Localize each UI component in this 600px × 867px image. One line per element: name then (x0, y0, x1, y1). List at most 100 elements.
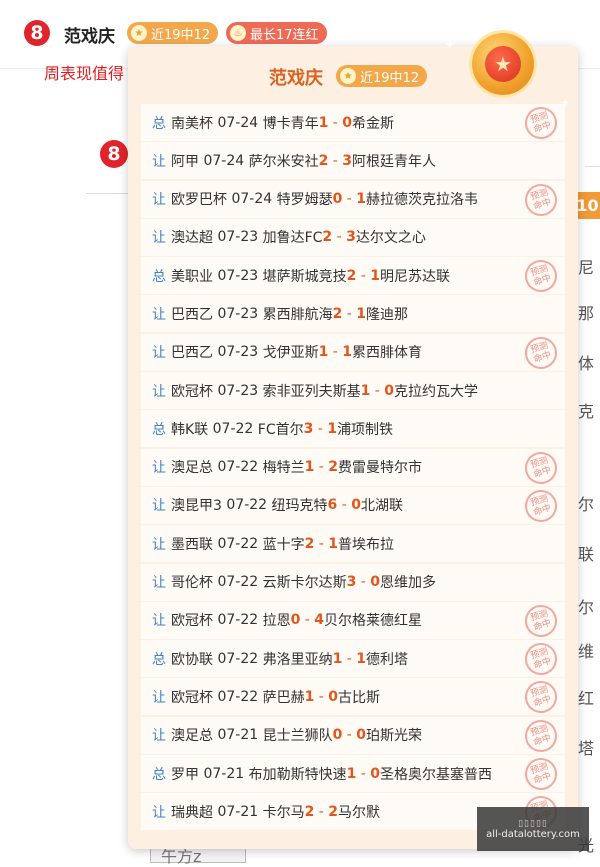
away-team: 马尔默 (338, 804, 381, 821)
match-row[interactable]: 让欧冠杯 07-23 索非亚列夫斯基 1 - 0 克拉约瓦大学 (141, 372, 565, 410)
away-team: 累西腓体育 (352, 345, 423, 362)
away-score: 1 (356, 191, 367, 208)
home-score: 1 (346, 765, 357, 782)
hit-stamp-icon: 预测 命中 (520, 715, 562, 756)
bet-type-tag: 让 (152, 230, 166, 247)
league-name: 欧冠杯 (171, 383, 213, 400)
bg-cut-text: 克 (578, 402, 595, 421)
hit-stamp-icon: 预测 命中 (520, 677, 562, 718)
home-score: 2 (346, 267, 357, 284)
match-row[interactable]: 让欧冠杯 07-22 萨巴赫 1 - 0 古比斯 预测 命中 (141, 677, 565, 718)
bg-logo-icon: 8 (100, 140, 128, 168)
match-date: 07-23 (217, 229, 259, 246)
score-separator: - (300, 612, 315, 629)
score-separator: - (342, 727, 357, 744)
score-separator: - (337, 497, 352, 514)
away-team: 浦项制铁 (337, 421, 394, 438)
match-row[interactable]: 让澳足总 07-22 梅特兰 1 - 2 费雷曼特尔市 预测 命中 (141, 447, 565, 488)
bet-type-tag: 让 (152, 613, 166, 630)
score-separator: - (342, 191, 357, 208)
hit-stamp-icon: 预测 命中 (520, 485, 562, 527)
match-row[interactable]: 总韩K联 07-22 FC首尔 3 - 1 浦项制铁 (141, 410, 565, 448)
match-row[interactable]: 总南美杯 07-24 博卡青年 1 - 0 希金斯 预测 命中 (141, 102, 565, 144)
bg-cut-text: 塔 (578, 739, 595, 758)
bg-cut-text: 维 (578, 642, 595, 661)
bet-type-tag: 总 (152, 421, 166, 438)
league-name: 欧冠杯 (171, 689, 213, 706)
match-row[interactable]: 让哥伦杯 07-22 云斯卡尔达斯 3 - 0 恩维加多 (141, 563, 565, 601)
home-score: 0 (332, 727, 343, 744)
home-score: 0 (290, 612, 301, 629)
away-score: 2 (328, 803, 339, 820)
bet-type-tag: 让 (152, 498, 166, 515)
bet-type-tag: 让 (152, 460, 166, 477)
home-team: 梅特兰 (262, 460, 305, 477)
score-separator: - (356, 765, 371, 782)
score-separator: - (313, 420, 328, 437)
home-team: 拉恩 (262, 613, 291, 630)
home-score: 1 (360, 382, 371, 399)
league-name: 欧协联 (171, 651, 213, 668)
league-name: 阿甲 (171, 153, 199, 170)
match-row[interactable]: 让澳达超 07-23 加鲁达FC 2 - 3 达尔文之心 (141, 218, 565, 256)
away-score: 2 (328, 459, 339, 476)
bet-type-tag: 让 (152, 383, 166, 400)
match-row[interactable]: 让澳昆甲3 07-22 纽玛克特 6 - 0 北湖联 预测 命中 (141, 485, 565, 527)
match-row[interactable]: 让阿甲 07-24 萨尔米安社 2 - 3 阿根廷青年人 (141, 142, 565, 180)
hit-stamp-icon: 预测 命中 (520, 102, 562, 144)
hit-stamp-icon: 预测 命中 (520, 256, 562, 297)
streak-badge: ♨ 最长17连红 (226, 22, 327, 44)
away-team: 珀斯光荣 (366, 728, 423, 745)
bg-cut-text: 联 (578, 545, 595, 564)
away-team: 克拉约瓦大学 (394, 383, 479, 400)
match-row[interactable]: 让欧罗巴杯 07-24 特罗姆瑟 0 - 1 赫拉德茨克拉洛韦 预测 命中 (141, 179, 565, 220)
match-row[interactable]: 让欧冠杯 07-22 拉恩 0 - 4 贝尔格莱德红星 预测 命中 (141, 600, 565, 642)
bet-type-tag: 让 (152, 192, 166, 209)
match-row[interactable]: 总欧协联 07-22 弗洛里亚纳 1 - 1 德利塔 预测 命中 (141, 638, 565, 680)
sparkle-icon: ✦ (444, 37, 456, 53)
match-row[interactable]: 总罗甲 07-21 布加勒斯特快速 1 - 0 圣格奥尔基塞普西 预测 命中 (141, 753, 565, 795)
bet-type-tag: 让 (152, 536, 166, 553)
match-row[interactable]: 总美职业 07-23 堪萨斯城竞技 2 - 1 明尼苏达联 预测 命中 (141, 256, 565, 297)
match-row[interactable]: 让墨西联 07-22 蓝十字 2 - 1 普埃布拉 (141, 525, 565, 563)
score-separator: - (356, 574, 371, 591)
away-team: 圣格奥尔基塞普西 (380, 766, 493, 783)
away-team: 古比斯 (338, 689, 381, 706)
score-separator: - (328, 152, 343, 169)
popup-record-badge: ★ 近19中12 (336, 65, 428, 87)
score-separator: - (332, 229, 347, 246)
away-team: 隆迪那 (366, 306, 409, 323)
away-score: 1 (356, 650, 367, 667)
match-date: 07-22 (217, 535, 259, 552)
match-date: 07-24 (231, 191, 273, 208)
bet-type-tag: 总 (152, 651, 166, 668)
away-score: 0 (342, 114, 353, 131)
home-team: 纽玛克特 (271, 498, 328, 515)
bg-cut-text: 那 (578, 304, 595, 323)
away-score: 0 (356, 727, 367, 744)
home-team: 累西腓航海 (262, 306, 333, 323)
home-score: 2 (332, 305, 343, 322)
league-name: 韩K联 (171, 421, 209, 438)
away-score: 1 (328, 535, 339, 552)
league-name: 澳足总 (171, 460, 213, 477)
bg-right-badge: 10 (575, 192, 600, 219)
league-name: 哥伦杯 (171, 575, 213, 592)
home-team: FC首尔 (257, 421, 304, 438)
flame-icon: ♨ (230, 25, 246, 41)
star-icon: ★ (340, 68, 356, 84)
away-score: 0 (384, 382, 395, 399)
match-row[interactable]: 让巴西乙 07-23 戈伊亚斯 1 - 1 累西腓体育 预测 命中 (141, 332, 565, 373)
bg-divider-right (585, 166, 600, 167)
bet-type-tag: 让 (152, 689, 166, 706)
match-row[interactable]: 让澳足总 07-21 昆士兰狮队 0 - 0 珀斯光荣 预测 命中 (141, 715, 565, 756)
away-team: 恩维加多 (380, 575, 437, 592)
score-separator: - (356, 267, 371, 284)
home-team: 萨尔米安社 (248, 153, 319, 170)
home-score: 6 (327, 497, 338, 514)
match-row[interactable]: 让巴西乙 07-23 累西腓航海 2 - 1 隆迪那 (141, 295, 565, 333)
away-score: 0 (370, 574, 381, 591)
score-separator: - (314, 535, 329, 552)
expert-name[interactable]: 范戏庆 (64, 22, 115, 47)
recent-record-badge: ★ 近19中12 (127, 22, 219, 44)
